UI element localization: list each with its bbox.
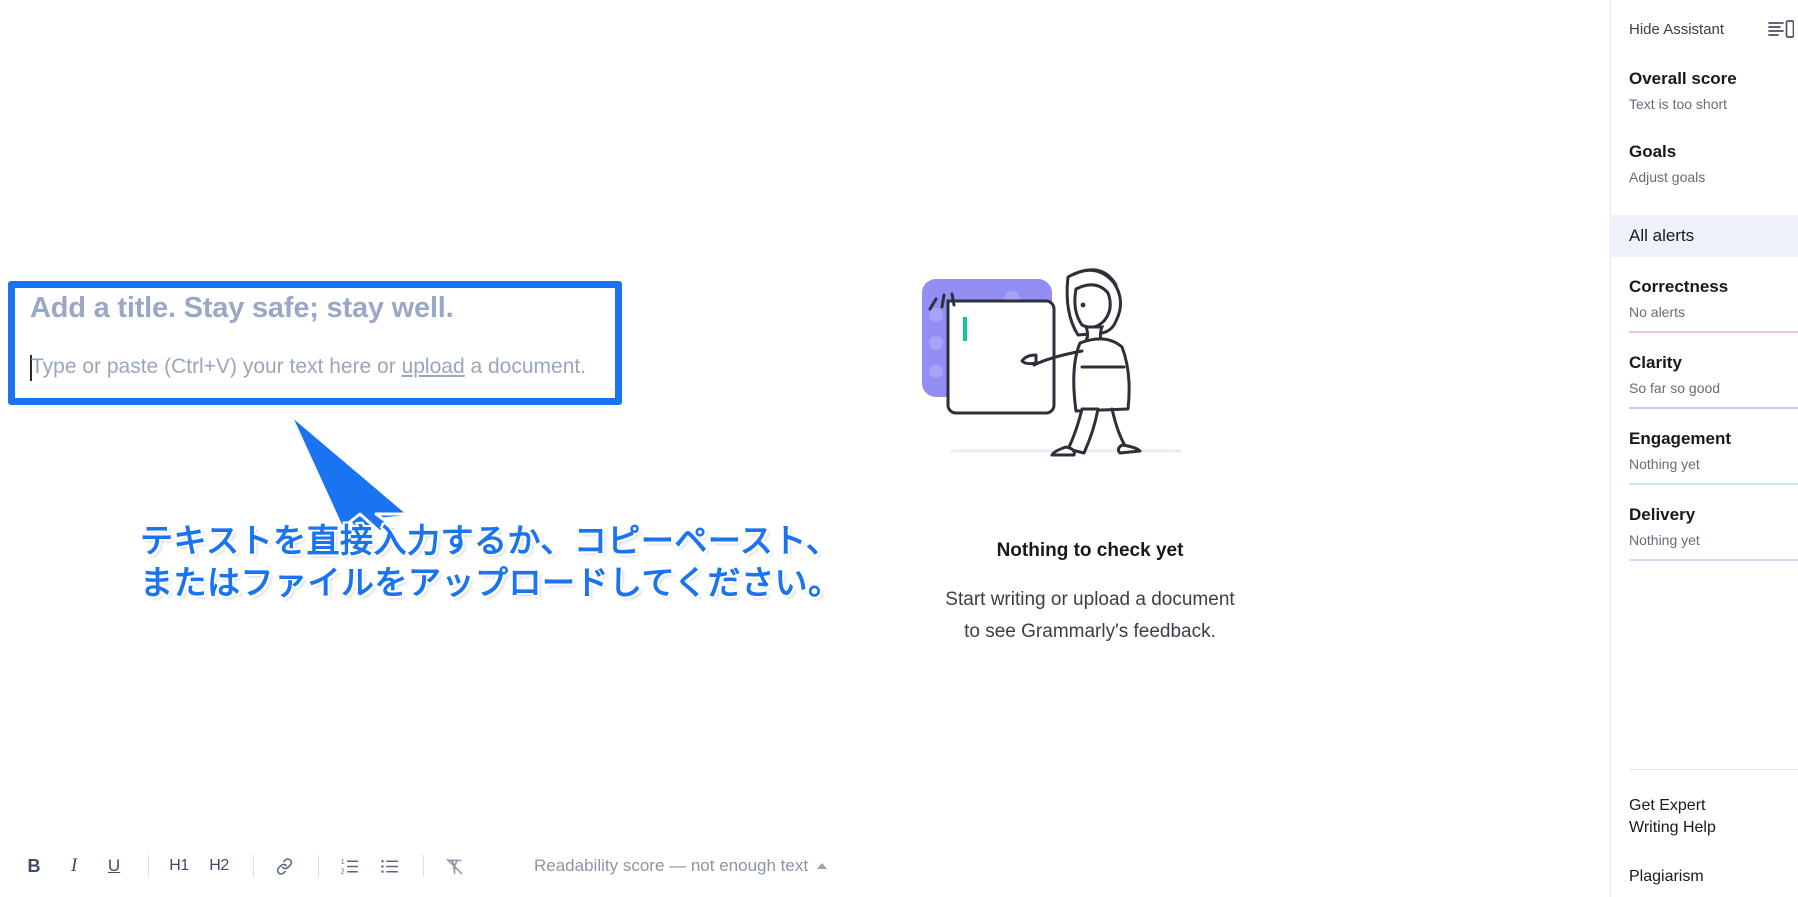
heading-2-button[interactable]: H2: [201, 848, 237, 884]
formatting-toolbar: B I U H1 H2 1 2 Readability score — not …: [0, 835, 1610, 897]
annotation-line-2: またはファイルをアップロードしてください。: [138, 561, 843, 604]
adjust-goals-link[interactable]: Adjust goals: [1629, 169, 1798, 185]
bulleted-list-button[interactable]: [371, 848, 407, 884]
assistant-sidebar-content: Hide Assistant Overall score Text is too…: [1611, 0, 1798, 897]
alert-category-status: No alerts: [1629, 304, 1686, 320]
link-button[interactable]: [266, 848, 302, 884]
toolbar-divider: [148, 855, 149, 877]
alert-category-clarity[interactable]: Clarity So far so good: [1629, 353, 1798, 409]
empty-state-title: Nothing to check yet: [996, 540, 1184, 561]
alert-category-status: Nothing yet: [1629, 456, 1700, 472]
expert-help-line-2: Writing Help: [1629, 819, 1716, 836]
alert-category-engagement[interactable]: Engagement Nothing yet: [1629, 429, 1798, 485]
link-icon: [276, 857, 292, 875]
side-panel-icon[interactable]: [1768, 19, 1795, 39]
alert-category-status: So far so good: [1629, 380, 1721, 396]
japanese-annotation-text: テキストを直接入力するか、コピーペースト、 またはファイルをアップロードしてくだ…: [138, 519, 940, 604]
bold-button[interactable]: B: [16, 848, 52, 884]
alert-category-status: Nothing yet: [1629, 532, 1700, 548]
toolbar-divider: [253, 855, 254, 877]
alert-category-name: Correctness: [1629, 277, 1729, 296]
toolbar-divider: [318, 855, 319, 877]
annotation-line-1: テキストを直接入力するか、コピーペースト、: [138, 519, 841, 562]
plagiarism-item[interactable]: Plagiarism: [1629, 862, 1798, 892]
readability-score-label: Readability score — not enough text: [534, 856, 809, 875]
get-expert-writing-help-item[interactable]: Get Expert Writing Help: [1629, 795, 1798, 839]
heading-1-button[interactable]: H1: [161, 848, 197, 884]
empty-state-subtitle: Start writing or upload a document to se…: [900, 584, 1280, 648]
empty-subtitle-line-1: Start writing or upload a document: [945, 589, 1235, 610]
numbered-list-button[interactable]: 1 2: [331, 848, 367, 884]
bulleted-list-icon: [380, 859, 398, 873]
clear-formatting-button[interactable]: [436, 848, 472, 884]
empty-subtitle-line-2: to see Grammarly's feedback.: [964, 621, 1216, 642]
plagiarism-label: Plagiarism: [1629, 868, 1704, 885]
all-alerts-label: All alerts: [1629, 226, 1695, 245]
toolbar-divider: [423, 855, 424, 877]
alert-category-name: Delivery: [1629, 505, 1696, 524]
assistant-divider: [1629, 769, 1798, 770]
goals-block[interactable]: Goals Adjust goals: [1629, 142, 1798, 185]
person-at-document-illustration: [922, 268, 1182, 457]
caret-up-icon: [817, 863, 828, 869]
assistant-sidebar: Hide Assistant Overall score Text is too…: [1610, 0, 1798, 897]
clear-formatting-icon: [446, 858, 462, 874]
readability-score-button[interactable]: Readability score — not enough text: [534, 856, 828, 876]
underline-button[interactable]: U: [96, 848, 132, 884]
editor-highlight-box: [8, 281, 622, 405]
alert-category-name: Clarity: [1629, 353, 1682, 372]
svg-text:1: 1: [340, 858, 344, 865]
grammarly-editor-app: Add a title. Stay safe; stay well. Type …: [0, 0, 1798, 897]
empty-state-panel: Nothing to check yet Start writing or up…: [900, 255, 1280, 648]
document-editor-area[interactable]: Add a title. Stay safe; stay well. Type …: [0, 0, 1610, 897]
overall-score-title: Overall score: [1629, 69, 1737, 88]
arrow-pointer-icon: [286, 412, 414, 530]
overall-score-block[interactable]: Overall score Text is too short: [1629, 69, 1798, 112]
all-alerts-tab[interactable]: All alerts: [1611, 215, 1798, 257]
hide-assistant-row[interactable]: Hide Assistant: [1629, 0, 1798, 39]
overall-score-status: Text is too short: [1629, 96, 1728, 112]
numbered-list-icon: 1 2: [340, 858, 358, 875]
goals-title: Goals: [1629, 142, 1677, 161]
alert-category-list: Correctness No alerts Clarity So far so goo…: [1629, 277, 1798, 561]
italic-button[interactable]: I: [56, 848, 92, 884]
expert-help-line-1: Get Expert: [1629, 797, 1706, 814]
hide-assistant-label[interactable]: Hide Assistant: [1629, 21, 1724, 38]
alert-category-name: Engagement: [1629, 429, 1732, 448]
expert-help-label: Get Expert Writing Help: [1629, 795, 1716, 839]
alert-category-delivery[interactable]: Delivery Nothing yet: [1629, 505, 1798, 561]
svg-text:2: 2: [340, 868, 344, 875]
alert-category-correctness[interactable]: Correctness No alerts: [1629, 277, 1798, 333]
